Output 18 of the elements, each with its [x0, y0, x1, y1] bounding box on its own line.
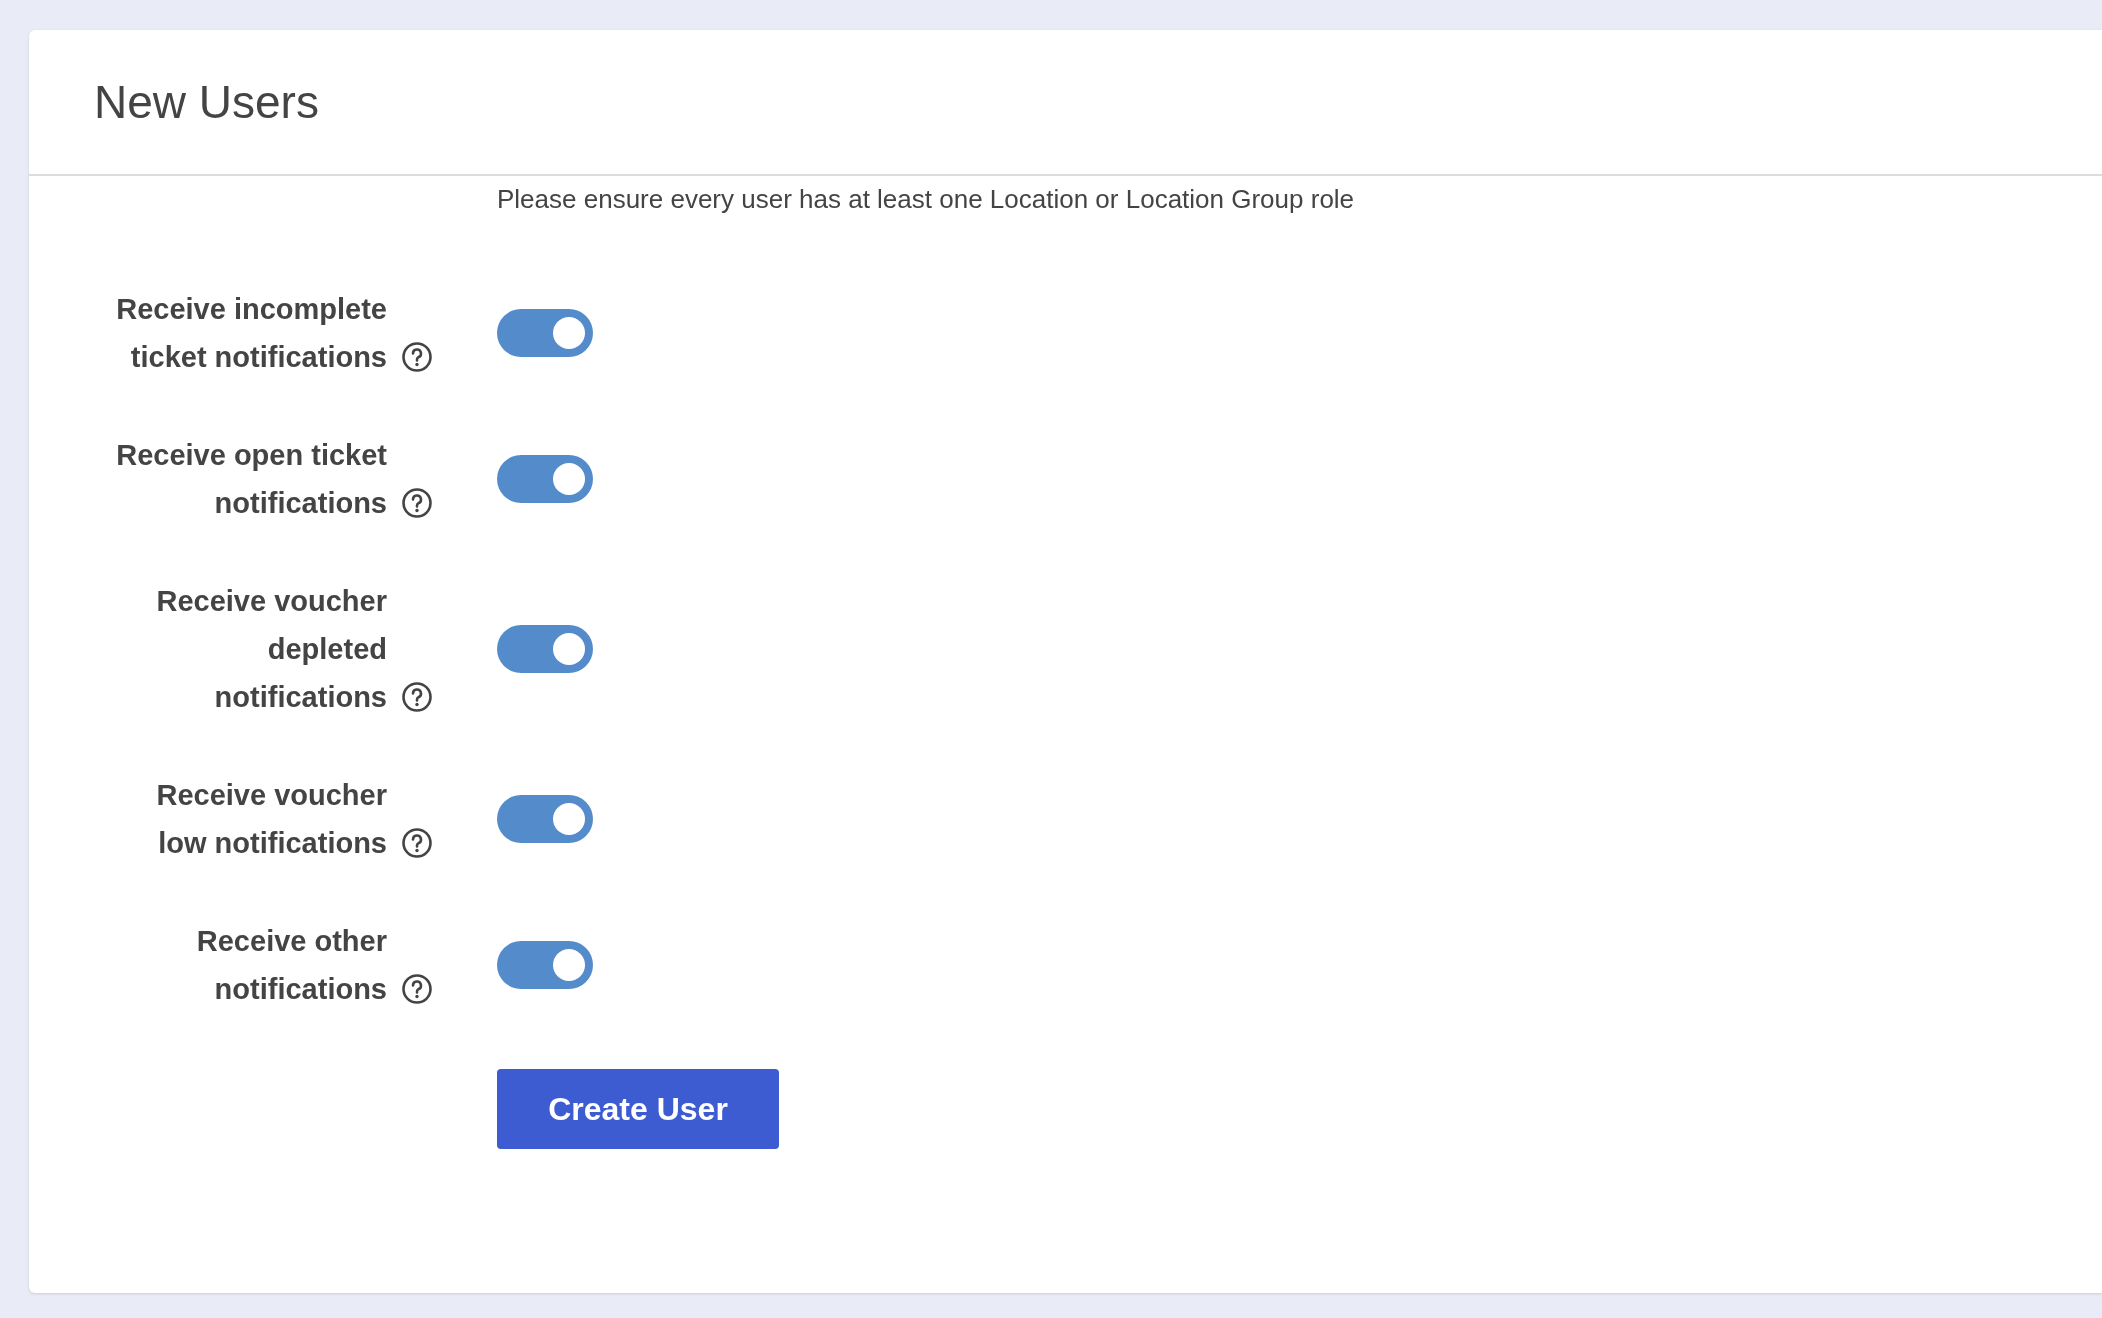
toggle-switch[interactable]	[497, 795, 593, 843]
setting-label: Receive voucher depleted notifications	[155, 584, 387, 715]
toggle-switch[interactable]	[497, 941, 593, 989]
help-icon[interactable]	[401, 487, 433, 519]
help-icon[interactable]	[401, 681, 433, 713]
create-user-button[interactable]: Create User	[497, 1069, 779, 1149]
toggle-switch[interactable]	[497, 625, 593, 673]
notice-text: Please ensure every user has at least one Location or Location Group role	[497, 184, 1356, 215]
setting-label: Receive other notifications	[195, 924, 387, 1007]
help-icon[interactable]	[401, 973, 433, 1005]
help-icon[interactable]	[401, 827, 433, 859]
help-icon[interactable]	[401, 341, 433, 373]
toggle-switch[interactable]	[497, 309, 593, 357]
page-title: New Users	[94, 75, 319, 129]
toggle-switch[interactable]	[497, 455, 593, 503]
setting-label: Receive voucher low notifications	[155, 778, 387, 861]
setting-label: Receive open ticket notifications	[115, 438, 387, 521]
setting-label: Receive incomplete ticket notifications	[115, 292, 387, 375]
